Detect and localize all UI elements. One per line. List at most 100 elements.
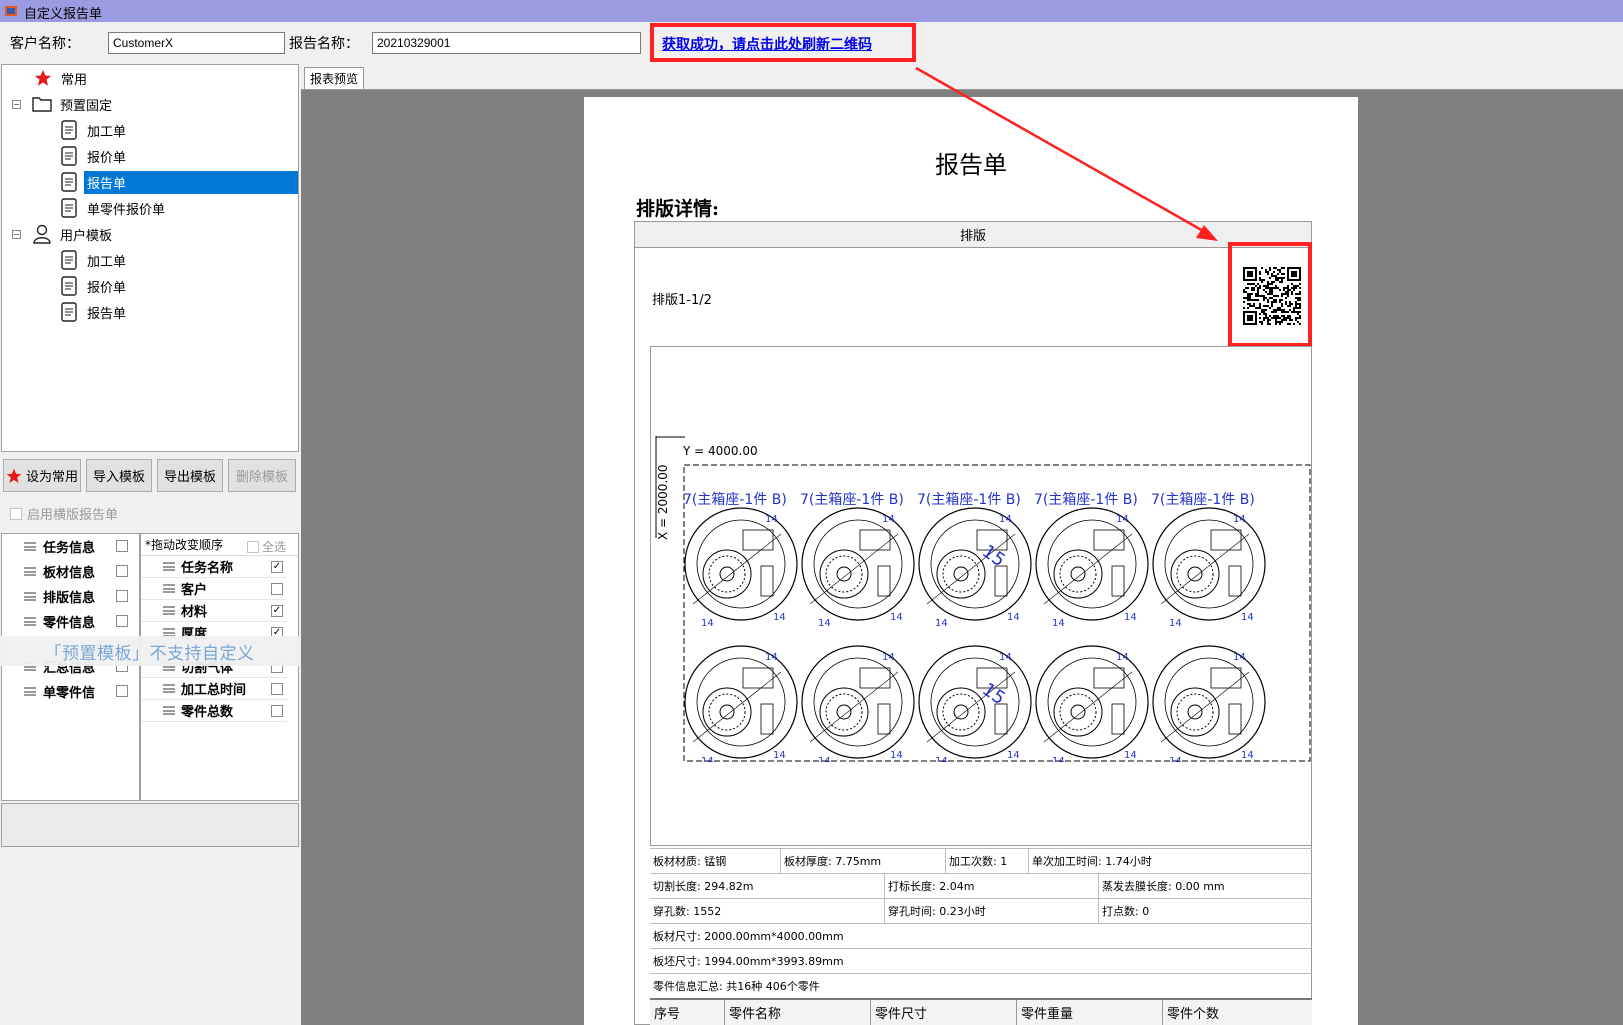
checkbox[interactable] xyxy=(116,565,128,577)
part-hole xyxy=(1187,566,1203,582)
customer-input[interactable]: CustomerX xyxy=(108,32,285,54)
drag-handle-icon[interactable] xyxy=(163,584,175,593)
category-item[interactable]: 板材信息 xyxy=(2,559,139,584)
part-number: 14 xyxy=(1169,756,1182,762)
field-item[interactable]: 材料 ✓ xyxy=(141,600,287,622)
drag-handle-icon[interactable] xyxy=(24,542,36,551)
parts-table-header: 序号 零件名称 零件尺寸 零件重量 零件个数 xyxy=(650,998,1312,1025)
part-number: 14 xyxy=(1241,750,1254,761)
delete-template-button[interactable]: 删除模板 xyxy=(228,459,296,492)
refresh-qr-link[interactable]: 获取成功，请点击此处刷新二维码 xyxy=(662,34,872,54)
tree-item-user-report[interactable]: 报告单 xyxy=(2,299,298,325)
part-gear xyxy=(1053,549,1103,599)
checkbox[interactable] xyxy=(271,683,283,695)
tree-item-preset-quote[interactable]: 报价单 xyxy=(2,143,298,169)
drag-handle-icon[interactable] xyxy=(163,684,175,693)
part-hole xyxy=(719,566,735,582)
part-number: 14 xyxy=(773,612,786,623)
part-outline xyxy=(1047,519,1137,609)
checkbox[interactable] xyxy=(116,685,128,697)
part-outline xyxy=(918,507,1032,621)
part-line xyxy=(809,671,899,743)
field-item[interactable]: 加工总时间 xyxy=(141,678,287,700)
tree-item-preset-single-quote[interactable]: 单零件报价单 xyxy=(2,195,298,221)
checkbox[interactable] xyxy=(116,590,128,602)
field-item[interactable]: 零件总数 xyxy=(141,700,287,722)
tree-item-user-process[interactable]: 加工单 xyxy=(2,247,298,273)
tree-item-preset-report[interactable]: 报告单 xyxy=(2,169,298,195)
report-name-input[interactable]: 20210329001 xyxy=(372,32,641,54)
category-item[interactable]: 零件信息 xyxy=(2,609,139,634)
part-number: 14 xyxy=(773,750,786,761)
part-cutout xyxy=(1111,565,1125,597)
part-number: 14 xyxy=(1116,652,1129,663)
document-icon xyxy=(58,171,80,193)
part-outline xyxy=(1035,507,1149,621)
field-list-header: *拖动改变顺序 全选 xyxy=(141,534,298,556)
tree-item-user[interactable]: − 用户模板 xyxy=(2,221,298,247)
drag-handle-icon[interactable] xyxy=(163,706,175,715)
part-number: 14 xyxy=(1007,612,1020,623)
drag-handle-icon[interactable] xyxy=(163,606,175,615)
tree-item-preset[interactable]: − 预置固定 xyxy=(2,91,298,117)
collapse-toggle-icon[interactable]: − xyxy=(12,229,21,239)
select-all-checkbox[interactable]: 全选 xyxy=(246,538,286,555)
part-outline xyxy=(1152,645,1266,759)
part-label: 7(主箱座-1件 B) xyxy=(1151,492,1255,508)
checkbox-checked[interactable]: ✓ xyxy=(271,605,283,617)
qr-code-icon xyxy=(1243,267,1301,325)
part-number: 14 xyxy=(999,514,1012,525)
tree-item-preset-process[interactable]: 加工单 xyxy=(2,117,298,143)
import-template-button[interactable]: 导入模板 xyxy=(86,459,152,492)
checkbox[interactable] xyxy=(271,583,283,595)
star-icon xyxy=(6,468,22,483)
checkbox-checked[interactable]: ✓ xyxy=(271,561,283,573)
part-gear xyxy=(702,687,752,737)
tree-item-user-quote[interactable]: 报价单 xyxy=(2,273,298,299)
app-icon xyxy=(5,6,17,16)
checkbox[interactable] xyxy=(10,507,22,520)
category-list[interactable]: 任务信息 板材信息 排版信息 零件信息 汇总信息 单零件信 xyxy=(1,533,140,801)
field-item[interactable]: 任务名称 ✓ xyxy=(141,556,287,578)
drag-handle-icon[interactable] xyxy=(24,687,36,696)
part-gear xyxy=(819,549,869,599)
checkbox[interactable] xyxy=(116,540,128,552)
template-tree[interactable]: 常用 − 预置固定 加工单 报价单 报告单 单零件报价单 − 用户模板 加工单 … xyxy=(1,64,299,452)
field-list[interactable]: *拖动改变顺序 全选 任务名称 ✓ 客户 材料 ✓ 厚度 ✓ 切割气体 加工总时间 零… xyxy=(140,533,299,801)
y-dimension-label: Y = 4000.00 xyxy=(683,444,758,458)
part-outline xyxy=(1047,657,1137,747)
checkbox[interactable] xyxy=(116,615,128,627)
set-common-button[interactable]: 设为常用 xyxy=(3,459,81,492)
part-label: 7(主箱座-1件 B) xyxy=(1034,492,1138,508)
enable-landscape-checkbox[interactable]: 启用横版报告单 xyxy=(10,504,118,523)
part-number: 14 xyxy=(765,514,778,525)
part-line xyxy=(692,671,782,743)
category-item[interactable]: 单零件信 xyxy=(2,679,139,704)
part-cutout xyxy=(877,703,891,735)
part-line xyxy=(1160,533,1250,605)
checkbox[interactable] xyxy=(271,705,283,717)
checkbox[interactable] xyxy=(246,540,259,553)
drag-handle-icon[interactable] xyxy=(163,562,175,571)
tab-report-preview[interactable]: 报表预览 xyxy=(304,67,364,89)
part-hole xyxy=(836,566,852,582)
part-number: 14 xyxy=(701,618,714,629)
category-item[interactable]: 排版信息 xyxy=(2,584,139,609)
part-number: 14 xyxy=(1116,514,1129,525)
document-icon xyxy=(58,275,80,297)
part-cutout xyxy=(1093,529,1125,551)
part-line xyxy=(809,533,899,605)
drag-handle-icon[interactable] xyxy=(24,592,36,601)
field-item[interactable]: 客户 xyxy=(141,578,287,600)
title-bar: 自定义报告单 xyxy=(0,0,1623,22)
part-outline xyxy=(801,507,915,621)
info-row: 板坯尺寸: 1994.00mm*3993.89mm xyxy=(650,948,1312,973)
category-item[interactable]: 任务信息 xyxy=(2,534,139,559)
collapse-toggle-icon[interactable]: − xyxy=(12,99,21,109)
export-template-button[interactable]: 导出模板 xyxy=(157,459,223,492)
tree-item-common[interactable]: 常用 xyxy=(2,65,298,91)
part-label: 7(主箱座-1件 B) xyxy=(917,492,1021,508)
drag-handle-icon[interactable] xyxy=(24,617,36,626)
drag-handle-icon[interactable] xyxy=(24,567,36,576)
part-outline xyxy=(696,519,786,609)
